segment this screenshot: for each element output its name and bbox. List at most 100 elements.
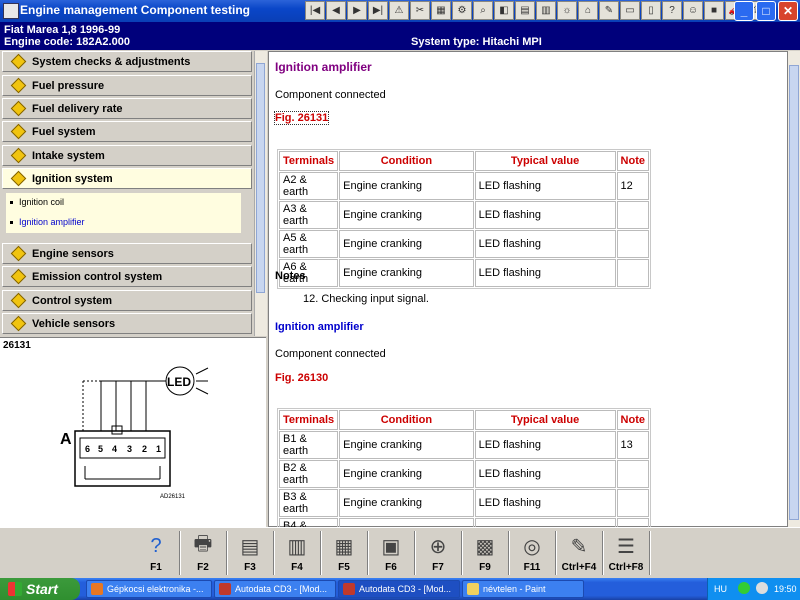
nav-first-icon[interactable]: |◀	[305, 1, 325, 20]
content-scrollbar-thumb[interactable]	[789, 65, 799, 520]
taskbar-item[interactable]: névtelen - Paint	[462, 580, 584, 598]
nav-item-control-system[interactable]: Control system	[2, 290, 252, 311]
column-header: Terminals	[279, 410, 339, 430]
calendar-icon[interactable]: ▤	[515, 1, 535, 20]
table-cell: LED flashing	[474, 172, 616, 200]
system-type: System type: Hitachi MPI	[411, 36, 542, 48]
table-cell: Engine cranking	[339, 172, 474, 200]
figure-link[interactable]: Fig. 26131	[273, 111, 330, 125]
table-cell	[616, 259, 649, 287]
taskbar-item[interactable]: Autodata CD3 - [Mod...	[214, 580, 336, 598]
function-key-label: F2	[197, 562, 209, 573]
maximize-button[interactable]: □	[756, 1, 776, 21]
nav-scrollbar[interactable]	[254, 51, 267, 336]
table-row: A5 & earth Engine cranking LED flashing	[279, 230, 649, 258]
column-header: Condition	[339, 410, 474, 430]
nav-last-icon[interactable]: ▶|	[368, 1, 388, 20]
diamond-icon	[10, 77, 27, 94]
function-key-label: F11	[523, 562, 541, 573]
subitem-ignition-coil[interactable]: Ignition coil	[10, 197, 64, 207]
table-cell: LED flashing	[474, 201, 616, 229]
table-cell: LED flashing	[474, 259, 616, 287]
pin-label: 4	[112, 444, 117, 454]
nav-item-vehicle-sensors[interactable]: Vehicle sensors	[2, 313, 252, 334]
function-key-ctrl-f4[interactable]: ✎ Ctrl+F4	[557, 530, 601, 577]
edit-icon[interactable]: ✎	[599, 1, 619, 20]
nav-item-engine-sensors[interactable]: Engine sensors	[2, 243, 252, 264]
search-icon[interactable]: ⌕	[473, 1, 493, 20]
function-key-f7[interactable]: ⊕ F7	[416, 530, 460, 577]
function-key-f4[interactable]: ▥ F4	[275, 530, 319, 577]
engine-icon[interactable]: ◧	[494, 1, 514, 20]
print-icon[interactable]: ▥	[536, 1, 556, 20]
figure-link[interactable]: Fig. 26130	[275, 372, 328, 384]
warning-icon[interactable]: ⚠	[389, 1, 409, 20]
table-cell: 13	[616, 431, 649, 459]
window-title: Engine management Component testing	[20, 3, 251, 17]
taskbar-item-active[interactable]: Autodata CD3 - [Mod...	[338, 580, 460, 598]
function-key-f9[interactable]: ▩ F9	[463, 530, 507, 577]
nav-item-fuel-system[interactable]: Fuel system	[2, 121, 252, 142]
function-key-f2[interactable]: 🖶 F2	[181, 530, 225, 577]
home-icon[interactable]: ⌂	[578, 1, 598, 20]
note-icon[interactable]: ▭	[620, 1, 640, 20]
volume-icon[interactable]	[756, 582, 768, 594]
question-icon[interactable]: ☺	[683, 1, 703, 20]
content-scrollbar[interactable]	[788, 51, 800, 527]
settings-icon[interactable]: ☼	[557, 1, 577, 20]
nav-item-fuel-delivery-rate[interactable]: Fuel delivery rate	[2, 98, 252, 119]
column-header: Note	[616, 410, 649, 430]
nav-item-ignition-system[interactable]: Ignition system	[2, 168, 252, 189]
table-cell: B2 & earth	[279, 460, 339, 488]
column-header: Terminals	[279, 151, 339, 171]
paint-icon	[467, 583, 479, 595]
nav-item-intake-system[interactable]: Intake system	[2, 145, 252, 166]
paste-icon: ▥	[287, 535, 307, 558]
column-header: Typical value	[474, 151, 616, 171]
tools-icon[interactable]: ✂	[410, 1, 430, 20]
close-button[interactable]: ✕	[778, 1, 798, 21]
function-key-f3[interactable]: ▤ F3	[228, 530, 272, 577]
list-icon: ☰	[617, 535, 635, 558]
help-icon[interactable]: ?	[662, 1, 682, 20]
nav-scrollbar-thumb[interactable]	[256, 63, 265, 293]
component-status: Component connected	[275, 348, 386, 360]
nav-next-icon[interactable]: ▶	[347, 1, 367, 20]
network-icon[interactable]	[738, 582, 750, 594]
help-icon: ?	[150, 534, 162, 557]
function-key-ctrl-f8[interactable]: ☰ Ctrl+F8	[604, 530, 648, 577]
gear-icon[interactable]: ⚙	[452, 1, 472, 20]
function-key-f11[interactable]: ◎ F11	[510, 530, 554, 577]
led-label: LED	[167, 375, 191, 389]
diamond-icon	[10, 315, 27, 332]
connector-letter: A	[60, 431, 72, 448]
stop-icon[interactable]: ■	[704, 1, 724, 20]
ignition-submenu: Ignition coil Ignition amplifier	[6, 193, 241, 233]
table-cell: Engine cranking	[339, 489, 474, 517]
function-key-f5[interactable]: ▦ F5	[322, 530, 366, 577]
nav-item-system-checks[interactable]: System checks & adjustments	[2, 51, 252, 72]
nav-prev-icon[interactable]: ◀	[326, 1, 346, 20]
taskbar: Start Gépkocsi elektronika -... Autodata…	[0, 578, 800, 600]
connector-diagram: LED A 6 5 4 3 2 1 AD26131	[60, 366, 209, 500]
language-indicator[interactable]: HU	[714, 584, 727, 594]
book-icon[interactable]: ▯	[641, 1, 661, 20]
scan-icon[interactable]: ▦	[431, 1, 451, 20]
table-cell	[616, 460, 649, 488]
function-key-label: F1	[150, 562, 162, 573]
system-tray: HU 19:50	[707, 578, 800, 600]
function-key-f1[interactable]: ? F1	[134, 530, 178, 577]
window-controls: _ □ ✕	[734, 1, 798, 21]
nav-item-emission-control[interactable]: Emission control system	[2, 266, 252, 287]
start-button[interactable]: Start	[0, 578, 80, 600]
taskbar-item[interactable]: Gépkocsi elektronika -...	[86, 580, 212, 598]
subitem-ignition-amplifier[interactable]: Ignition amplifier	[10, 217, 85, 227]
minimize-button[interactable]: _	[734, 1, 754, 21]
nav-item-fuel-pressure[interactable]: Fuel pressure	[2, 75, 252, 96]
figure-code: AD26131	[160, 494, 186, 500]
function-key-f6[interactable]: ▣ F6	[369, 530, 413, 577]
autodata-icon	[219, 583, 231, 595]
pin-label: 5	[98, 444, 103, 454]
section-title: Ignition amplifier	[275, 321, 364, 333]
note-text: 12. Checking input signal.	[303, 293, 429, 305]
